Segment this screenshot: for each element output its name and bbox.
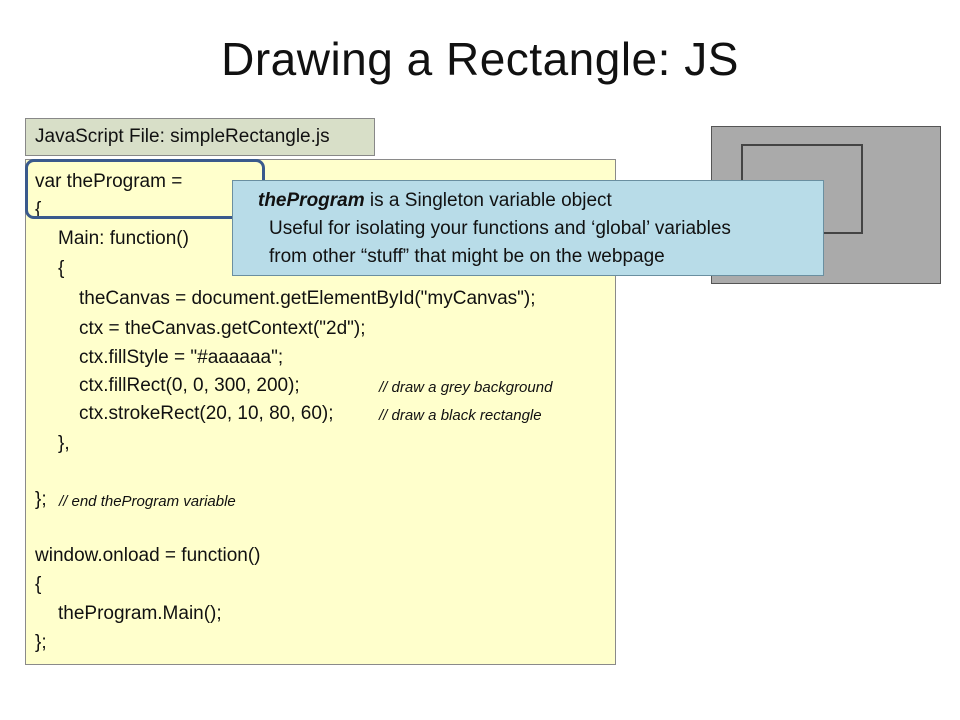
slide-title: Drawing a Rectangle: JS	[221, 33, 739, 85]
code-line: };	[35, 489, 47, 510]
code-comment: // draw a grey background	[379, 379, 553, 396]
code-line: {	[58, 258, 65, 279]
code-line: ctx = theCanvas.getContext("2d");	[79, 318, 366, 339]
callout-term: theProgram	[258, 190, 365, 211]
highlight-box	[25, 159, 265, 219]
callout-note: theProgram is a Singleton variable objec…	[232, 180, 824, 276]
code-comment: // draw a black rectangle	[379, 407, 542, 424]
code-line: ctx.fillStyle = "#aaaaaa";	[79, 347, 284, 368]
code-line: ctx.fillRect(0, 0, 300, 200);	[79, 375, 300, 396]
code-line: ctx.strokeRect(20, 10, 80, 60);	[79, 403, 334, 424]
code-line: },	[58, 433, 70, 454]
code-line: window.onload = function()	[35, 545, 261, 566]
code-line: theProgram.Main();	[58, 603, 222, 624]
code-line: {	[35, 574, 42, 595]
code-comment: // end theProgram variable	[59, 493, 236, 510]
code-line: Main: function()	[58, 228, 189, 249]
callout-line: Useful for isolating your functions and …	[269, 218, 731, 239]
callout-line: from other “stuff” that might be on the …	[269, 246, 665, 267]
code-line: };	[35, 632, 47, 653]
file-label: JavaScript File: simpleRectangle.js	[25, 118, 375, 156]
code-line: theCanvas = document.getElementById("myC…	[79, 288, 536, 309]
callout-line-rest: is a Singleton variable object	[364, 190, 612, 211]
callout-line: theProgram is a Singleton variable objec…	[258, 189, 612, 213]
